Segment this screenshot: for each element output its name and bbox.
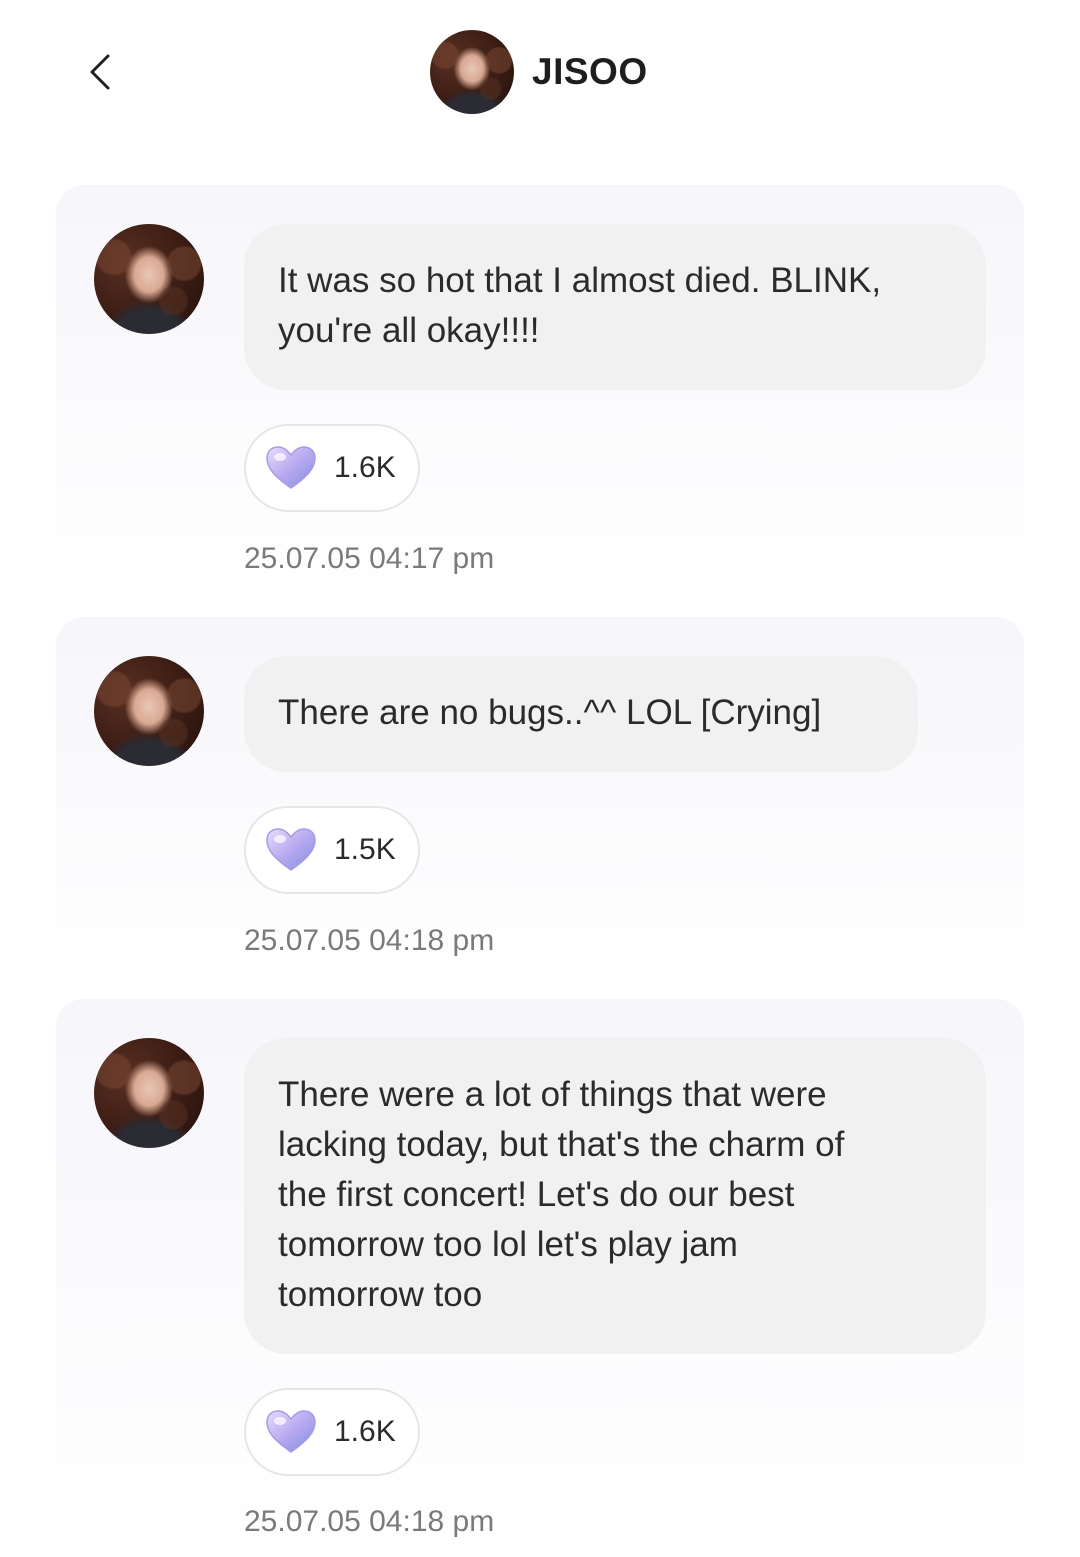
like-button[interactable]: 1.6K <box>244 424 420 512</box>
avatar[interactable] <box>94 1038 204 1148</box>
avatar[interactable] <box>94 224 204 334</box>
avatar[interactable] <box>430 30 514 114</box>
like-count: 1.5K <box>334 833 396 866</box>
back-button[interactable] <box>78 48 122 96</box>
timestamp: 25.07.05 04:18 pm <box>244 924 495 957</box>
message-bubble: There are no bugs..^^ LOL [Crying] <box>244 656 918 772</box>
heart-icon <box>266 828 316 871</box>
message-bubble: There were a lot of things that were lac… <box>244 1038 986 1354</box>
like-button[interactable]: 1.6K <box>244 1388 420 1476</box>
profile-header[interactable]: JISOO <box>430 30 648 114</box>
like-button[interactable]: 1.5K <box>244 806 420 894</box>
chevron-left-icon <box>90 54 110 90</box>
heart-icon <box>266 446 316 489</box>
heart-icon <box>266 1410 316 1453</box>
message-bubble: It was so hot that I almost died. BLINK,… <box>244 224 986 390</box>
header: JISOO <box>0 0 1080 150</box>
message-card: It was so hot that I almost died. BLINK,… <box>56 185 1024 605</box>
timestamp: 25.07.05 04:18 pm <box>244 1505 495 1538</box>
like-count: 1.6K <box>334 1415 396 1448</box>
like-count: 1.6K <box>334 451 396 484</box>
message-card: There are no bugs..^^ LOL [Crying] 1.5K … <box>56 617 1024 987</box>
profile-name: JISOO <box>532 51 648 92</box>
message-card: There were a lot of things that were lac… <box>56 999 1024 1557</box>
timestamp: 25.07.05 04:17 pm <box>244 542 495 575</box>
avatar[interactable] <box>94 656 204 766</box>
